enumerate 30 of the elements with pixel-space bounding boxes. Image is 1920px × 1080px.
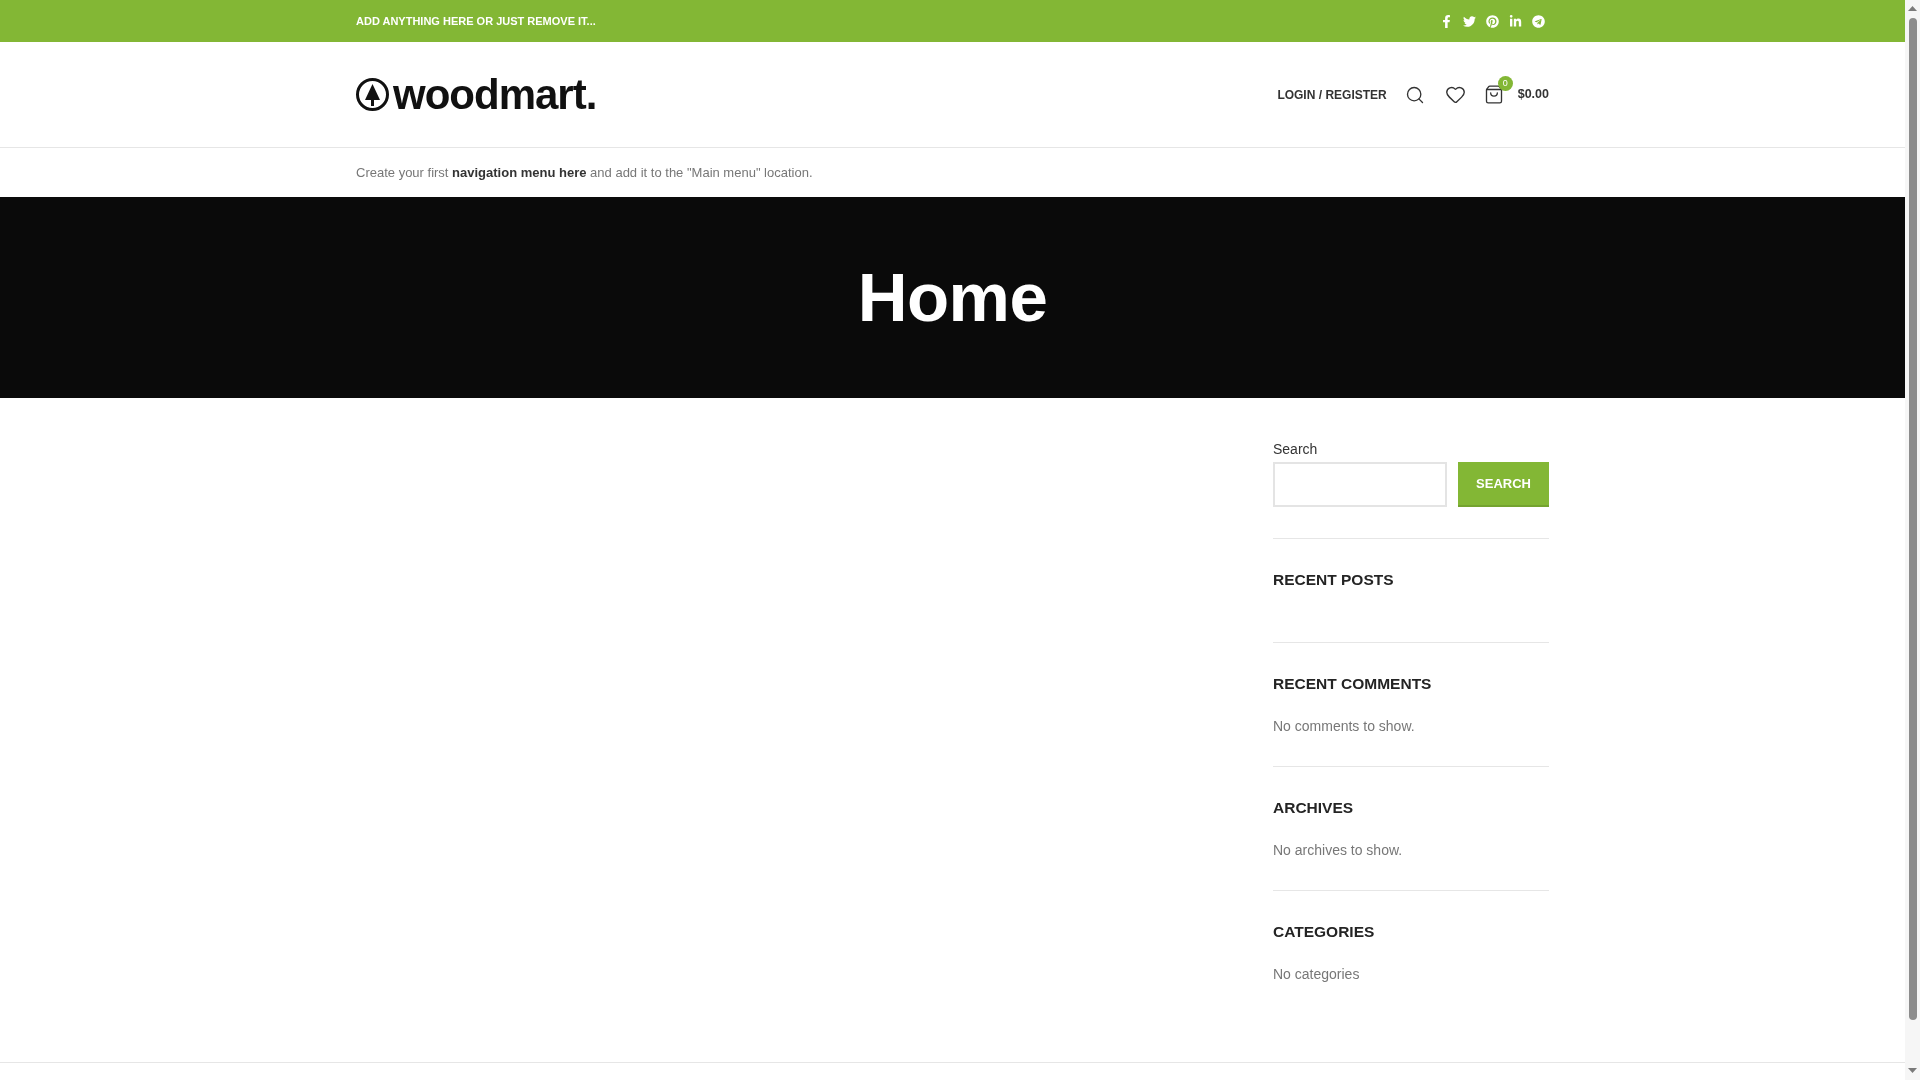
login-register-link[interactable]: LOGIN / REGISTER (1277, 85, 1387, 104)
navigation-notice: Create your first navigation menu here and add it to the "Main menu" location. (356, 163, 813, 182)
pinterest-icon[interactable] (1486, 14, 1499, 28)
shopping-bag-icon[interactable] (1483, 84, 1504, 105)
facebook-icon[interactable] (1440, 14, 1453, 28)
cart-count-badge: 0 (1497, 76, 1513, 91)
scroll-down-arrow-icon[interactable] (1908, 1068, 1917, 1073)
scrollbar-thumb[interactable] (1908, 18, 1917, 1020)
logo-wordmark[interactable]: woodmart. (393, 73, 597, 116)
cart-total[interactable]: $0.00 (1517, 85, 1549, 104)
search-input[interactable] (1273, 462, 1447, 507)
widget-empty-text: No categories (1273, 965, 1361, 984)
top-bar-text: ADD ANYTHING HERE OR JUST REMOVE IT... (356, 13, 596, 29)
twitter-bird-icon[interactable] (1463, 14, 1476, 28)
telegram-icon[interactable] (1532, 14, 1545, 28)
widget-empty-text: No comments to show. (1273, 717, 1416, 736)
tree-circle-icon (356, 78, 389, 111)
widget-title: CATEGORIES (1273, 922, 1376, 942)
search-label: Search (1273, 440, 1319, 459)
navigation-menu-link[interactable]: navigation menu here (452, 164, 587, 180)
widget-title: RECENT POSTS (1273, 570, 1395, 590)
search-icon[interactable] (1404, 84, 1425, 105)
linkedin-icon[interactable] (1509, 14, 1522, 28)
heart-icon[interactable] (1444, 84, 1466, 105)
widget-title: RECENT COMMENTS (1273, 674, 1433, 694)
scroll-up-arrow-icon[interactable] (1908, 6, 1917, 11)
page-title: Home (857, 263, 1048, 332)
scrollbar[interactable] (1905, 0, 1920, 1080)
widget-empty-text: No archives to show. (1273, 841, 1404, 860)
widget-title: ARCHIVES (1273, 798, 1355, 818)
